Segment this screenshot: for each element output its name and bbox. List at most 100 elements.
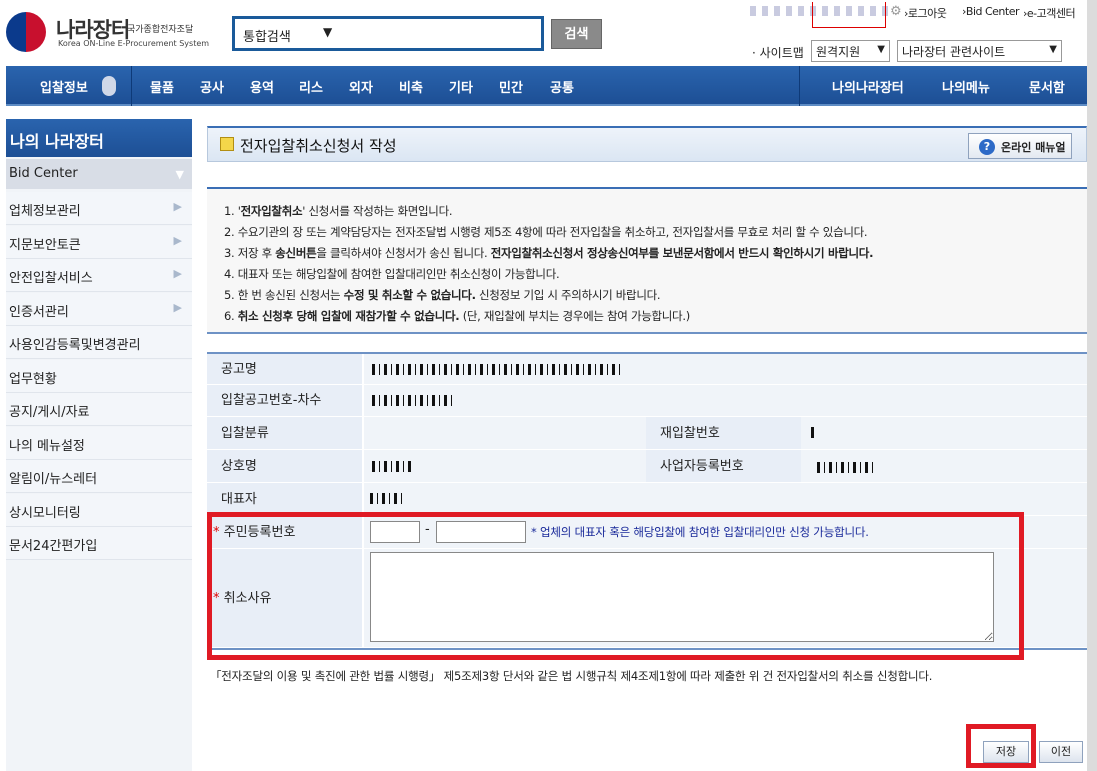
- sidebar-item-label: 공지/게시/자료: [9, 405, 90, 420]
- instruction-6: 6. 취소 신청후 당해 입찰에 재참가할 수 없습니다. (단, 재입찰에 부…: [224, 309, 690, 323]
- chevron-right-icon: ▶: [173, 233, 182, 247]
- sidebar: 나의 나라장터 Bid Center ▼ 업체정보관리 ▶ 지문보안토큰 ▶ 안전입찰서비…: [6, 119, 192, 771]
- chevron-down-icon: ▼: [175, 168, 184, 181]
- pencil-note-icon: [220, 137, 234, 151]
- sidebar-item-label: 나의 메뉴설정: [9, 438, 85, 454]
- sidebar-item[interactable]: 업무현황: [6, 359, 192, 393]
- scrollbar[interactable]: [1087, 0, 1097, 771]
- notice-no-label: 입찰공고번호-차수: [207, 385, 362, 417]
- sidebar-item-label: 지문보안토큰: [9, 237, 81, 253]
- sidebar-item-label: 업무현황: [9, 371, 57, 387]
- rebid-no-label: 재입찰번호: [646, 417, 801, 450]
- customer-center-link[interactable]: ›e-고객센터: [1023, 5, 1076, 21]
- site-logo[interactable]: 나라장터 국가종합전자조달 Korea ON-Line E-Procuremen…: [6, 12, 226, 52]
- remote-support-select[interactable]: 원격지원 ▼: [811, 40, 890, 62]
- nav-my-menu[interactable]: 나의메뉴: [942, 77, 990, 96]
- nav-stockpile[interactable]: 비축: [399, 77, 423, 96]
- sidebar-item-label: 인증서관리: [9, 304, 69, 320]
- chevron-right-icon: ▶: [173, 267, 182, 280]
- instruction-2: 2. 수요기관의 장 또는 계약담당자는 전자조달법 시행령 제5조 4항에 따…: [224, 225, 868, 239]
- sidebar-item[interactable]: 문서24간편가입: [6, 527, 192, 560]
- nav-common[interactable]: 공통: [550, 77, 574, 96]
- chevron-right-icon: ▶: [173, 300, 182, 314]
- top-header: 나라장터 국가종합전자조달 Korea ON-Line E-Procuremen…: [0, 0, 1097, 66]
- notice-name-label: 공고명: [207, 354, 362, 385]
- search-scope-select[interactable]: 통합검색 ▼: [232, 16, 544, 51]
- nav-bid-info[interactable]: 입찰정보: [40, 77, 88, 96]
- page-title: 전자입찰취소신청서 작성: [240, 137, 397, 155]
- masked-value: [372, 364, 620, 375]
- sidebar-item-bid-center[interactable]: Bid Center ▼: [6, 159, 192, 189]
- masked-value: [370, 493, 406, 504]
- sidebar-item[interactable]: 공지/게시/자료: [6, 393, 192, 426]
- sitemap-link[interactable]: · 사이트맵: [752, 44, 804, 61]
- rebid-no-value: [801, 417, 1087, 450]
- nav-goods[interactable]: 물품: [150, 77, 174, 96]
- biz-reg-value: [801, 450, 1087, 483]
- chevron-down-icon: ▼: [323, 25, 333, 39]
- notice-no-value: [364, 385, 1087, 417]
- logo-subtitle: 국가종합전자조달: [127, 25, 194, 35]
- masked-value: [817, 462, 873, 473]
- mouse-icon: [102, 76, 116, 96]
- chevron-down-icon: ▼: [1049, 44, 1057, 55]
- gear-icon[interactable]: ⚙: [890, 4, 902, 19]
- related-sites-select[interactable]: 나라장터 관련사이트 ▼: [897, 40, 1062, 62]
- sidebar-item[interactable]: 안전입찰서비스 ▶: [6, 259, 192, 292]
- online-manual-label: 온라인 매뉴얼: [1001, 141, 1066, 154]
- sidebar-item[interactable]: 지문보안토큰 ▶: [6, 225, 192, 259]
- instructions-box: 1. '전자입찰취소' 신청서를 작성하는 화면입니다. 2. 수요기관의 장 …: [207, 187, 1087, 334]
- nav-construction[interactable]: 공사: [200, 77, 224, 96]
- sidebar-item-label: 업체정보관리: [9, 204, 81, 219]
- nav-service[interactable]: 용역: [250, 77, 274, 96]
- sidebar-item[interactable]: 나의 메뉴설정: [6, 426, 192, 460]
- search-scope-value: 통합검색: [243, 30, 291, 45]
- sidebar-item[interactable]: 알림이/뉴스레터: [6, 460, 192, 493]
- sidebar-item[interactable]: 사용인감등록및변경관리: [6, 326, 192, 359]
- sidebar-item[interactable]: 상시모니터링: [6, 493, 192, 527]
- sidebar-title: 나의 나라장터: [6, 119, 192, 157]
- nav-etc[interactable]: 기타: [449, 77, 473, 96]
- highlight-box: [966, 724, 1036, 768]
- instruction-5: 5. 한 번 송신된 신청서는 수정 및 취소할 수 없습니다. 신청정보 기입…: [224, 288, 661, 302]
- sidebar-item-label: 알림이/뉴스레터: [9, 472, 98, 487]
- nav-private[interactable]: 민간: [499, 77, 523, 96]
- bid-center-link[interactable]: ›Bid Center: [962, 5, 1020, 18]
- highlight-box: [207, 512, 1024, 660]
- bid-class-value: [364, 417, 646, 450]
- nav-lease[interactable]: 리스: [299, 77, 323, 96]
- instruction-3: 3. 저장 후 송신버튼을 클릭하셔야 신청서가 송신 됩니다. 전자입찰취소신…: [224, 246, 874, 260]
- nav-my-narajangteo[interactable]: 나의나라장터: [832, 77, 904, 96]
- search-button[interactable]: 검색: [551, 19, 602, 49]
- online-manual-button[interactable]: ? 온라인 매뉴얼: [968, 133, 1072, 159]
- logo-emblem-icon: [6, 12, 46, 52]
- company-value: [364, 450, 646, 483]
- page-header: 전자입찰취소신청서 작성 ? 온라인 매뉴얼: [207, 126, 1087, 162]
- remote-support-value: 원격지원: [816, 45, 861, 59]
- chevron-down-icon: ▼: [877, 44, 885, 55]
- legal-statement: 「전자조달의 이용 및 촉진에 관한 법률 시행령」 제5조제3항 단서와 같은…: [210, 669, 933, 683]
- sidebar-item-label: 상시모니터링: [9, 505, 81, 521]
- chevron-right-icon: ▶: [173, 200, 182, 213]
- sidebar-item-label: Bid Center: [9, 166, 78, 181]
- highlight-box: [812, 2, 886, 28]
- masked-value: [811, 427, 815, 438]
- logout-link[interactable]: ›로그아웃: [904, 5, 947, 21]
- sidebar-item-label: 안전입찰서비스: [9, 271, 93, 286]
- main-nav: 입찰정보 물품 공사 용역 리스 외자 비축 기타 민간 공통 나의나라장터 나…: [6, 66, 1087, 106]
- sidebar-item-label: 문서24간편가입: [9, 539, 98, 554]
- nav-divider: [799, 66, 800, 106]
- sidebar-item[interactable]: 업체정보관리 ▶: [6, 192, 192, 225]
- utility-links: ⚙ ›로그아웃 ›Bid Center ›e-고객센터: [750, 2, 1090, 28]
- sidebar-item[interactable]: 인증서관리 ▶: [6, 292, 192, 326]
- help-icon: ?: [979, 139, 995, 155]
- nav-divider: [131, 66, 132, 106]
- prev-button[interactable]: 이전: [1039, 741, 1083, 763]
- sidebar-item-label: 사용인감등록및변경관리: [9, 338, 141, 353]
- bid-class-label: 입찰분류: [207, 417, 362, 450]
- nav-doc-box[interactable]: 문서함: [1029, 77, 1065, 96]
- masked-value: [372, 461, 412, 472]
- nav-foreign[interactable]: 외자: [349, 77, 373, 96]
- masked-value: [372, 395, 456, 406]
- related-sites-value: 나라장터 관련사이트: [902, 45, 1006, 59]
